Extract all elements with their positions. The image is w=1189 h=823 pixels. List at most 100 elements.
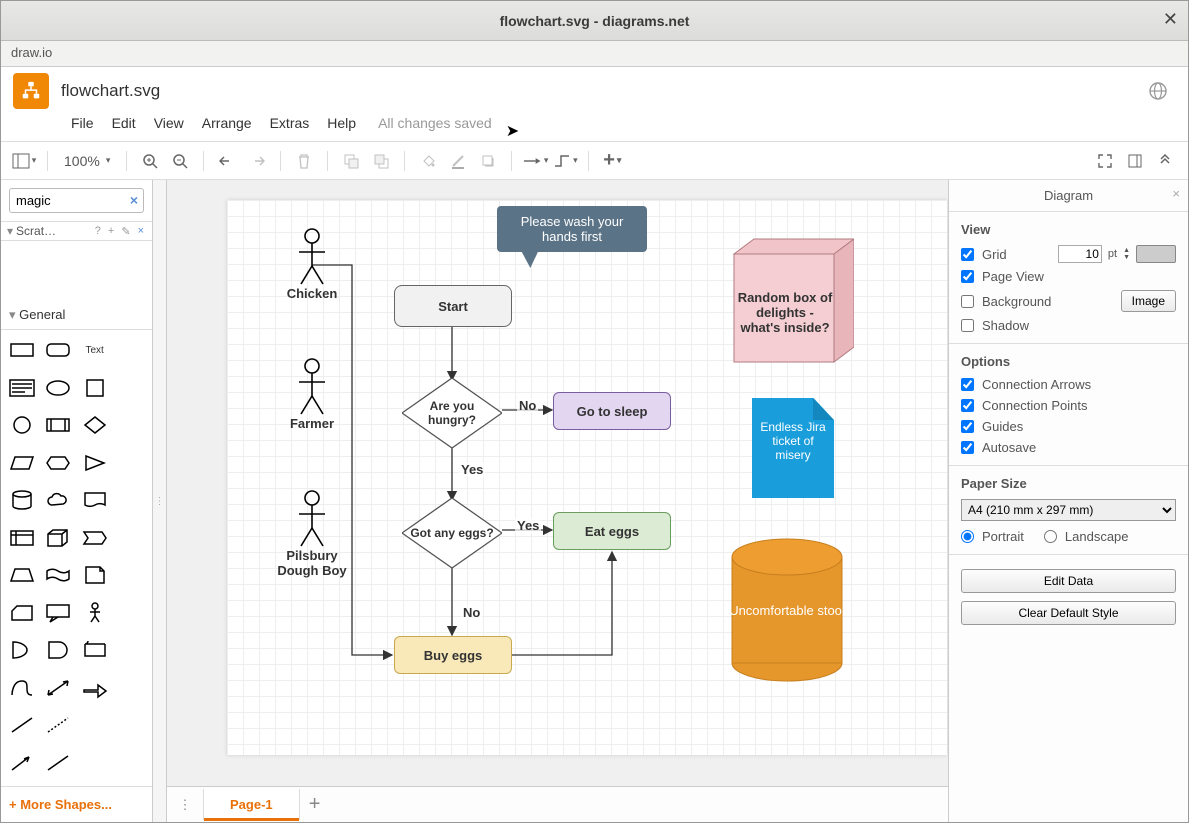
undo-icon[interactable] <box>214 148 240 174</box>
shape-or[interactable] <box>7 636 37 664</box>
line-color-icon[interactable] <box>445 148 471 174</box>
format-panel-icon[interactable] <box>1122 148 1148 174</box>
edit-data-button[interactable]: Edit Data <box>961 569 1176 593</box>
collapse-icon[interactable] <box>1152 148 1178 174</box>
pageview-checkbox[interactable] <box>961 270 974 283</box>
paper-size-select[interactable]: A4 (210 mm x 297 mm) <box>961 499 1176 521</box>
canvas[interactable]: Chicken Farmer Pilsbury Dough Boy Please… <box>167 180 948 786</box>
shadow-checkbox[interactable] <box>961 319 974 332</box>
zoom-in-icon[interactable] <box>137 148 163 174</box>
menu-view[interactable]: View <box>154 115 184 131</box>
page-tab-1[interactable]: Page-1 <box>203 789 300 820</box>
shape-hexagon[interactable] <box>43 449 73 477</box>
node-hungry[interactable]: Are you hungry? <box>402 378 502 448</box>
general-section[interactable]: General <box>19 307 65 322</box>
node-start[interactable]: Start <box>394 285 512 327</box>
grid-checkbox[interactable] <box>961 248 974 261</box>
node-buy[interactable]: Buy eggs <box>394 636 512 674</box>
shape-document[interactable] <box>80 486 110 514</box>
shape-trapezoid[interactable] <box>7 561 37 589</box>
scratchpad-edit-icon[interactable]: ✎ <box>119 225 132 238</box>
shape-circle[interactable] <box>7 411 37 439</box>
grid-size-input[interactable] <box>1058 245 1102 263</box>
menu-help[interactable]: Help <box>327 115 356 131</box>
scratchpad-label[interactable]: Scrat… <box>16 224 90 238</box>
scratchpad-help-icon[interactable]: ? <box>93 225 103 237</box>
shape-biarrow[interactable] <box>43 674 73 702</box>
grid-color-swatch[interactable] <box>1136 245 1176 263</box>
label-no-2[interactable]: No <box>461 605 482 620</box>
menu-arrange[interactable]: Arrange <box>202 115 252 131</box>
panel-close-icon[interactable]: × <box>1172 186 1180 201</box>
shape-cloud[interactable] <box>43 486 73 514</box>
node-eat[interactable]: Eat eggs <box>553 512 671 550</box>
shape-dashed[interactable] <box>43 711 73 739</box>
zoom-out-icon[interactable] <box>167 148 193 174</box>
menu-extras[interactable]: Extras <box>270 115 310 131</box>
drawing-page[interactable]: Chicken Farmer Pilsbury Dough Boy Please… <box>227 200 947 755</box>
shape-note[interactable] <box>80 561 110 589</box>
shape-textbox[interactable] <box>7 374 37 402</box>
node-stool[interactable]: Uncomfortable stool <box>727 535 847 685</box>
redo-icon[interactable] <box>244 148 270 174</box>
label-yes-2[interactable]: Yes <box>515 518 541 533</box>
node-got-eggs[interactable]: Got any eggs? <box>402 498 502 568</box>
label-yes-1[interactable]: Yes <box>459 462 485 477</box>
sidebar-toggle-icon[interactable]: ▾ <box>11 148 37 174</box>
scratchpad-close-icon[interactable]: × <box>136 225 146 237</box>
page-menu-icon[interactable]: ⋮ <box>171 791 199 819</box>
shape-parallelogram[interactable] <box>7 449 37 477</box>
more-shapes-button[interactable]: More Shapes... <box>1 786 152 822</box>
image-button[interactable]: Image <box>1121 290 1176 312</box>
connarrows-checkbox[interactable] <box>961 378 974 391</box>
fill-color-icon[interactable] <box>415 148 441 174</box>
grid-step-down[interactable]: ▼ <box>1123 254 1130 261</box>
actor-doughboy[interactable]: Pilsbury Dough Boy <box>252 490 372 578</box>
language-icon[interactable] <box>1148 81 1168 101</box>
shape-datastore[interactable] <box>80 636 110 664</box>
connpoints-checkbox[interactable] <box>961 399 974 412</box>
autosave-checkbox[interactable] <box>961 441 974 454</box>
shape-cube[interactable] <box>43 524 73 552</box>
clear-search-icon[interactable]: × <box>130 192 138 208</box>
shape-ellipse[interactable] <box>43 374 73 402</box>
to-front-icon[interactable] <box>338 148 364 174</box>
file-name[interactable]: flowchart.svg <box>61 81 1136 101</box>
shadow-icon[interactable] <box>475 148 501 174</box>
fullscreen-icon[interactable] <box>1092 148 1118 174</box>
node-redbox[interactable]: Random box of delights - what's inside? <box>722 240 842 360</box>
shape-and[interactable] <box>43 636 73 664</box>
guides-checkbox[interactable] <box>961 420 974 433</box>
shape-dirline[interactable] <box>7 749 37 777</box>
shape-rect[interactable] <box>7 336 37 364</box>
close-icon[interactable]: ✕ <box>1163 9 1178 30</box>
shape-cylinder[interactable] <box>7 486 37 514</box>
delete-icon[interactable] <box>291 148 317 174</box>
actor-chicken[interactable]: Chicken <box>262 228 362 301</box>
shape-process[interactable] <box>43 411 73 439</box>
menu-edit[interactable]: Edit <box>112 115 136 131</box>
portrait-radio[interactable] <box>961 530 974 543</box>
shape-link[interactable] <box>43 749 73 777</box>
shape-search-input[interactable] <box>9 188 144 213</box>
add-icon[interactable]: +▾ <box>599 148 625 174</box>
node-sleep[interactable]: Go to sleep <box>553 392 671 430</box>
connection-icon[interactable]: ▾ <box>522 148 548 174</box>
node-jira[interactable]: Endless Jira ticket of misery <box>752 398 834 498</box>
shape-square[interactable] <box>80 374 110 402</box>
shape-step[interactable] <box>80 524 110 552</box>
background-checkbox[interactable] <box>961 295 974 308</box>
shape-tape[interactable] <box>43 561 73 589</box>
callout-wash-hands[interactable]: Please wash your hands first <box>497 206 647 252</box>
grid-step-up[interactable]: ▲ <box>1123 247 1130 254</box>
shape-actor[interactable] <box>80 599 110 627</box>
shape-text[interactable]: Text <box>80 336 110 364</box>
shape-diamond[interactable] <box>80 411 110 439</box>
label-no-1[interactable]: No <box>517 398 538 413</box>
landscape-radio[interactable] <box>1044 530 1057 543</box>
shape-internal[interactable] <box>7 524 37 552</box>
add-page-icon[interactable]: + <box>300 793 330 816</box>
splitter[interactable]: ⋮ <box>153 180 167 822</box>
to-back-icon[interactable] <box>368 148 394 174</box>
waypoint-icon[interactable]: ▾ <box>552 148 578 174</box>
